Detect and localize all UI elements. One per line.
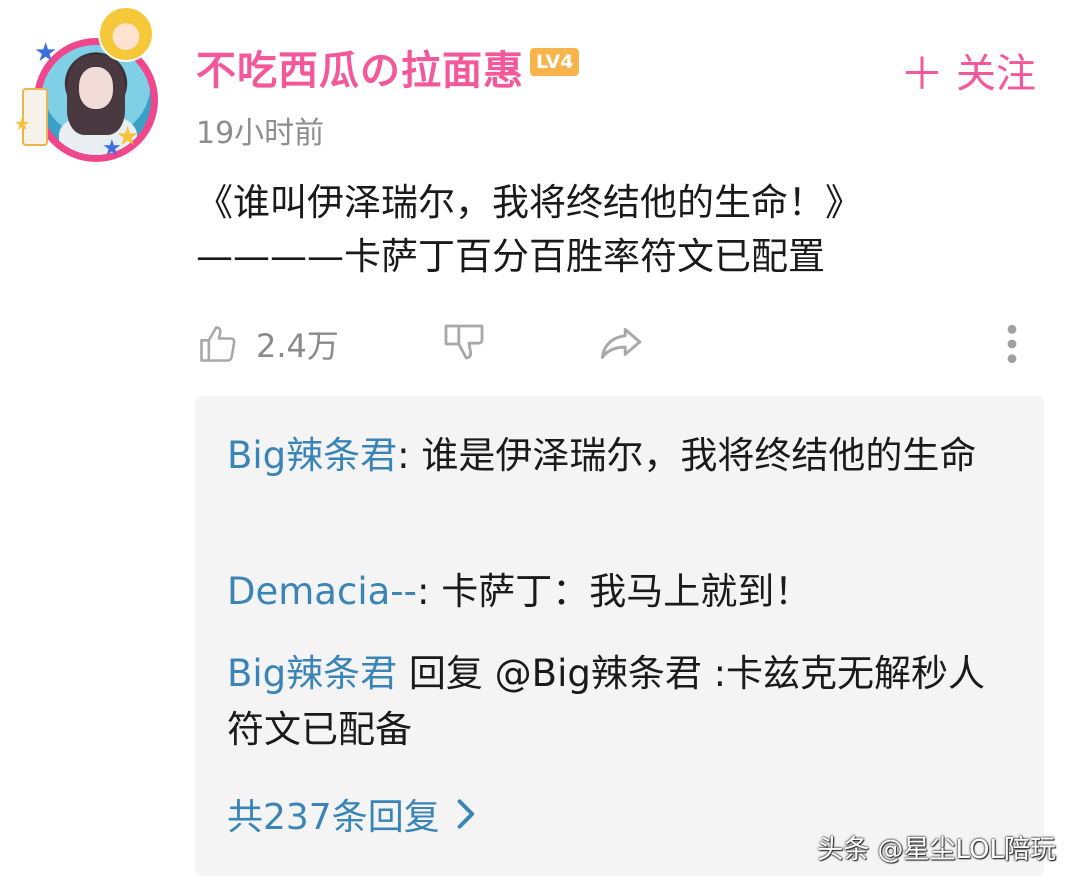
reply-separator: [397, 652, 409, 695]
post-content: 《谁叫伊泽瑞尔，我将终结他的生命！》 ————卡萨丁百分百胜率符文已配置: [196, 176, 1056, 284]
post-content-line: 《谁叫伊泽瑞尔，我将终结他的生命！》: [196, 181, 862, 224]
share-arrow-icon: [600, 327, 642, 359]
reply-item[interactable]: Big辣条君: 谁是伊泽瑞尔，我将终结他的生命: [227, 428, 1017, 484]
level-badge: LV4: [530, 48, 580, 76]
post-time: 19小时前: [196, 116, 325, 151]
more-options-button[interactable]: [1002, 316, 1022, 372]
post-content-line: ————卡萨丁百分百胜率符文已配置: [196, 235, 825, 278]
star-icon: ★: [14, 114, 31, 135]
reply-item[interactable]: Big辣条君 回复 @Big辣条君 :卡兹克无解秒人符文已配备: [227, 646, 1017, 758]
username[interactable]: 不吃西瓜の拉面惠: [196, 38, 524, 96]
replies-panel: Big辣条君: 谁是伊泽瑞尔，我将终结他的生命 Demacia--: 卡萨丁：我…: [195, 396, 1044, 876]
more-vertical-icon: [1007, 324, 1017, 364]
thumbs-up-icon: [200, 326, 236, 362]
follow-label: 关注: [956, 51, 1036, 97]
reply-author[interactable]: Big辣条君: [227, 434, 397, 477]
avatar[interactable]: ★ ★ ★ ★: [14, 6, 158, 166]
chevron-right-icon: [457, 799, 474, 829]
star-icon: ★: [34, 38, 58, 68]
thumbs-down-icon: [444, 324, 484, 360]
reply-item[interactable]: Demacia--: 卡萨丁：我马上就到！: [227, 564, 1017, 620]
like-count: 2.4万: [256, 327, 339, 365]
dislike-button[interactable]: [440, 316, 488, 372]
star-icon: ★: [102, 136, 122, 161]
follow-button[interactable]: ＋ 关注: [900, 38, 1036, 102]
share-button[interactable]: [596, 316, 646, 372]
avatar-decoration-chibi: [98, 6, 154, 62]
reply-separator: :: [397, 434, 422, 477]
view-all-replies-link[interactable]: 共237条回复: [227, 788, 476, 840]
reply-text: 卡萨丁：我马上就到！: [441, 570, 812, 613]
watermark: 头条 @星尘LOL陪玩: [817, 835, 1056, 865]
action-bar: 2.4万: [196, 316, 1036, 372]
like-button[interactable]: 2.4万: [196, 316, 339, 372]
reply-author[interactable]: Big辣条君: [227, 652, 397, 695]
reply-text: 谁是伊泽瑞尔，我将终结他的生命: [421, 434, 977, 477]
view-all-replies-label: 共237条回复: [227, 797, 440, 838]
reply-separator: :: [416, 570, 442, 613]
reply-author[interactable]: Demacia--: [227, 570, 417, 613]
plus-icon: ＋: [900, 49, 944, 100]
